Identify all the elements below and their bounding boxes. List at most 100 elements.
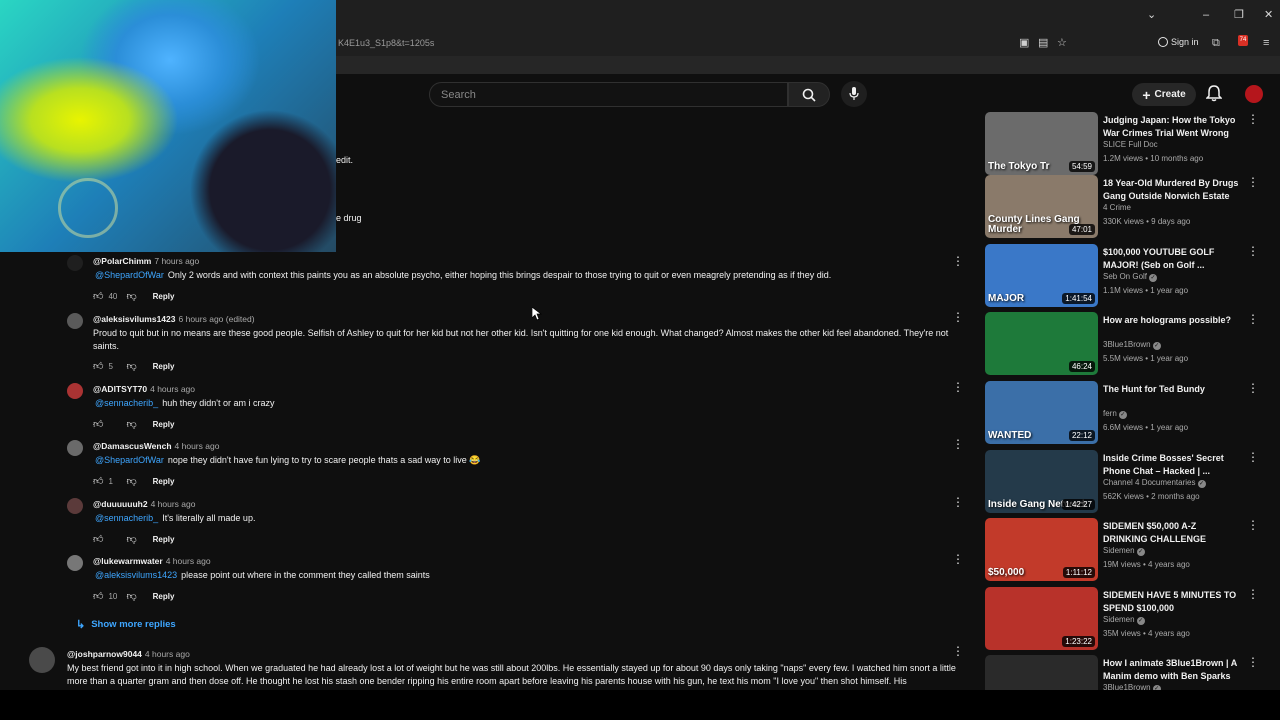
cast-icon[interactable]: ▤	[1038, 37, 1048, 49]
video-title[interactable]: Judging Japan: How the Tokyo War Crimes …	[1103, 114, 1241, 140]
dislike-icon[interactable]: 👎︎	[126, 590, 136, 602]
avatar[interactable]	[67, 555, 83, 571]
recommended-video[interactable]: 46:24 How are holograms possible? 3Blue1Br…	[985, 312, 1259, 376]
like-icon[interactable]: 👍︎	[93, 360, 103, 372]
search-button[interactable]	[788, 82, 830, 107]
dislike-icon[interactable]: 👎︎	[126, 533, 136, 545]
reply-button[interactable]: Reply	[153, 592, 175, 601]
tab-list-chevron-icon[interactable]: ⌄	[1147, 9, 1156, 21]
channel-name-row[interactable]: fern ✓	[1103, 409, 1127, 419]
notifications-bell-icon[interactable]	[1206, 85, 1222, 102]
account-avatar[interactable]	[1245, 85, 1263, 103]
dislike-icon[interactable]: 👎︎	[126, 418, 136, 430]
avatar[interactable]	[67, 440, 83, 456]
search-input[interactable]: Search	[429, 82, 788, 107]
comment-time[interactable]: 4 hours ago	[166, 556, 211, 566]
comment-author[interactable]: @ADITSYT70	[93, 384, 147, 394]
reply-button[interactable]: Reply	[153, 292, 175, 301]
video-title[interactable]: SIDEMEN HAVE 5 MINUTES TO SPEND $100,000	[1103, 589, 1241, 614]
menu-icon[interactable]: ≡	[1263, 37, 1269, 49]
channel-name-row[interactable]: Sidemen ✓	[1103, 546, 1145, 556]
recommended-video[interactable]: The Tokyo Tr 54:59 Judging Japan: How the …	[985, 112, 1259, 176]
comment-time[interactable]: 7 hours ago	[154, 256, 199, 266]
show-more-replies-button[interactable]: ↳ Show more replies	[76, 618, 176, 631]
dislike-icon[interactable]: 👎︎	[126, 360, 136, 372]
comment-time[interactable]: 4 hours ago	[150, 384, 195, 394]
channel-name[interactable]: Sidemen	[1103, 546, 1135, 555]
recommended-video[interactable]: County Lines Gang Murder 47:01 18 Year-Old…	[985, 175, 1259, 239]
video-thumbnail[interactable]: County Lines Gang Murder 47:01	[985, 175, 1098, 238]
video-title[interactable]: $100,000 YOUTUBE GOLF MAJOR! (Seb on Gol…	[1103, 246, 1241, 271]
like-icon[interactable]: 👍︎	[93, 533, 103, 545]
video-thumbnail[interactable]: The Tokyo Tr 54:59	[985, 112, 1098, 175]
like-icon[interactable]: 👍︎	[93, 290, 103, 302]
video-thumbnail[interactable]: 46:24	[985, 312, 1098, 375]
recommended-video[interactable]: $50,000 1:11:12 SIDEMEN $50,000 A-Z DRINKI…	[985, 518, 1259, 582]
comment-author[interactable]: @DamascusWench	[93, 441, 172, 451]
more-options-icon[interactable]: ⋮	[952, 254, 964, 268]
create-button[interactable]: + Create	[1132, 83, 1196, 106]
dislike-icon[interactable]: 👎︎	[126, 290, 136, 302]
video-title[interactable]: The Hunt for Ted Bundy	[1103, 383, 1241, 396]
reply-button[interactable]: Reply	[153, 535, 175, 544]
comment-author[interactable]: @lukewarmwater	[93, 556, 163, 566]
avatar[interactable]	[29, 647, 55, 673]
mention-link[interactable]: @ShepardOfWar	[95, 455, 164, 465]
channel-name-row[interactable]: Channel 4 Documentaries ✓	[1103, 478, 1206, 488]
avatar[interactable]	[67, 498, 83, 514]
video-title[interactable]: 18 Year-Old Murdered By Drugs Gang Outsi…	[1103, 177, 1241, 203]
video-thumbnail[interactable]: WANTED 22:12	[985, 381, 1098, 444]
more-options-icon[interactable]: ⋮	[1247, 381, 1259, 395]
video-thumbnail[interactable]: MAJOR 1:41:54	[985, 244, 1098, 307]
recommended-video[interactable]: Inside Gang Network 1:42:27 Inside Crime B…	[985, 450, 1259, 514]
picture-in-picture-icon[interactable]: ▣	[1019, 37, 1029, 49]
more-options-icon[interactable]: ⋮	[1247, 450, 1259, 464]
like-icon[interactable]: 👍︎	[93, 590, 103, 602]
close-window-icon[interactable]: ✕	[1264, 9, 1273, 21]
reply-button[interactable]: Reply	[153, 362, 175, 371]
comment-author[interactable]: @PolarChimm	[93, 256, 151, 266]
mention-link[interactable]: @aleksisvilums1423	[95, 570, 177, 580]
like-icon[interactable]: 👍︎	[93, 418, 103, 430]
mention-link[interactable]: @sennacherib_	[95, 513, 158, 523]
more-options-icon[interactable]: ⋮	[1247, 112, 1259, 126]
more-options-icon[interactable]: ⋮	[952, 437, 964, 451]
like-icon[interactable]: 👍︎	[93, 475, 103, 487]
channel-name-row[interactable]: SLICE Full Doc	[1103, 140, 1158, 149]
channel-name[interactable]: Sidemen	[1103, 615, 1135, 624]
comment-author[interactable]: @joshparnow9044	[67, 649, 142, 659]
more-options-icon[interactable]: ⋮	[952, 644, 964, 658]
avatar[interactable]	[67, 313, 83, 329]
avatar[interactable]	[67, 255, 83, 271]
comment-time[interactable]: 4 hours ago	[151, 499, 196, 509]
channel-name[interactable]: Channel 4 Documentaries	[1103, 478, 1196, 487]
reply-button[interactable]: Reply	[153, 420, 175, 429]
comment-time[interactable]: 6 hours ago (edited)	[179, 314, 255, 324]
channel-name-row[interactable]: 4 Crime	[1103, 203, 1131, 212]
recommended-video[interactable]: MAJOR 1:41:54 $100,000 YOUTUBE GOLF MAJOR!…	[985, 244, 1259, 308]
channel-name[interactable]: SLICE Full Doc	[1103, 140, 1158, 149]
video-title[interactable]: How I animate 3Blue1Brown | A Manim demo…	[1103, 657, 1241, 682]
channel-name-row[interactable]: Seb On Golf ✓	[1103, 272, 1158, 282]
more-options-icon[interactable]: ⋮	[1247, 587, 1259, 601]
reply-button[interactable]: Reply	[153, 477, 175, 486]
video-title[interactable]: SIDEMEN $50,000 A-Z DRINKING CHALLENGE (…	[1103, 520, 1241, 546]
video-thumbnail[interactable]: $50,000 1:11:12	[985, 518, 1098, 581]
video-title[interactable]: Inside Crime Bosses' Secret Phone Chat –…	[1103, 452, 1241, 477]
channel-name-row[interactable]: 3Blue1Brown ✓	[1103, 340, 1161, 350]
more-options-icon[interactable]: ⋮	[1247, 312, 1259, 326]
channel-name[interactable]: 3Blue1Brown	[1103, 340, 1151, 349]
video-title[interactable]: How are holograms possible?	[1103, 314, 1241, 327]
more-options-icon[interactable]: ⋮	[1247, 518, 1259, 532]
minimize-icon[interactable]: –	[1203, 9, 1209, 21]
video-thumbnail[interactable]: Inside Gang Network 1:42:27	[985, 450, 1098, 513]
comment-time[interactable]: 4 hours ago	[175, 441, 220, 451]
more-options-icon[interactable]: ⋮	[1247, 244, 1259, 258]
dislike-icon[interactable]: 👎︎	[126, 475, 136, 487]
sign-in-button[interactable]: Sign in	[1158, 37, 1199, 47]
extension-badge[interactable]: 74	[1238, 35, 1248, 46]
recommended-video[interactable]: WANTED 22:12 The Hunt for Ted Bundy fern ✓ 6.…	[985, 381, 1259, 445]
mention-link[interactable]: @sennacherib_	[95, 398, 158, 408]
more-options-icon[interactable]: ⋮	[952, 380, 964, 394]
more-options-icon[interactable]: ⋮	[1247, 175, 1259, 189]
